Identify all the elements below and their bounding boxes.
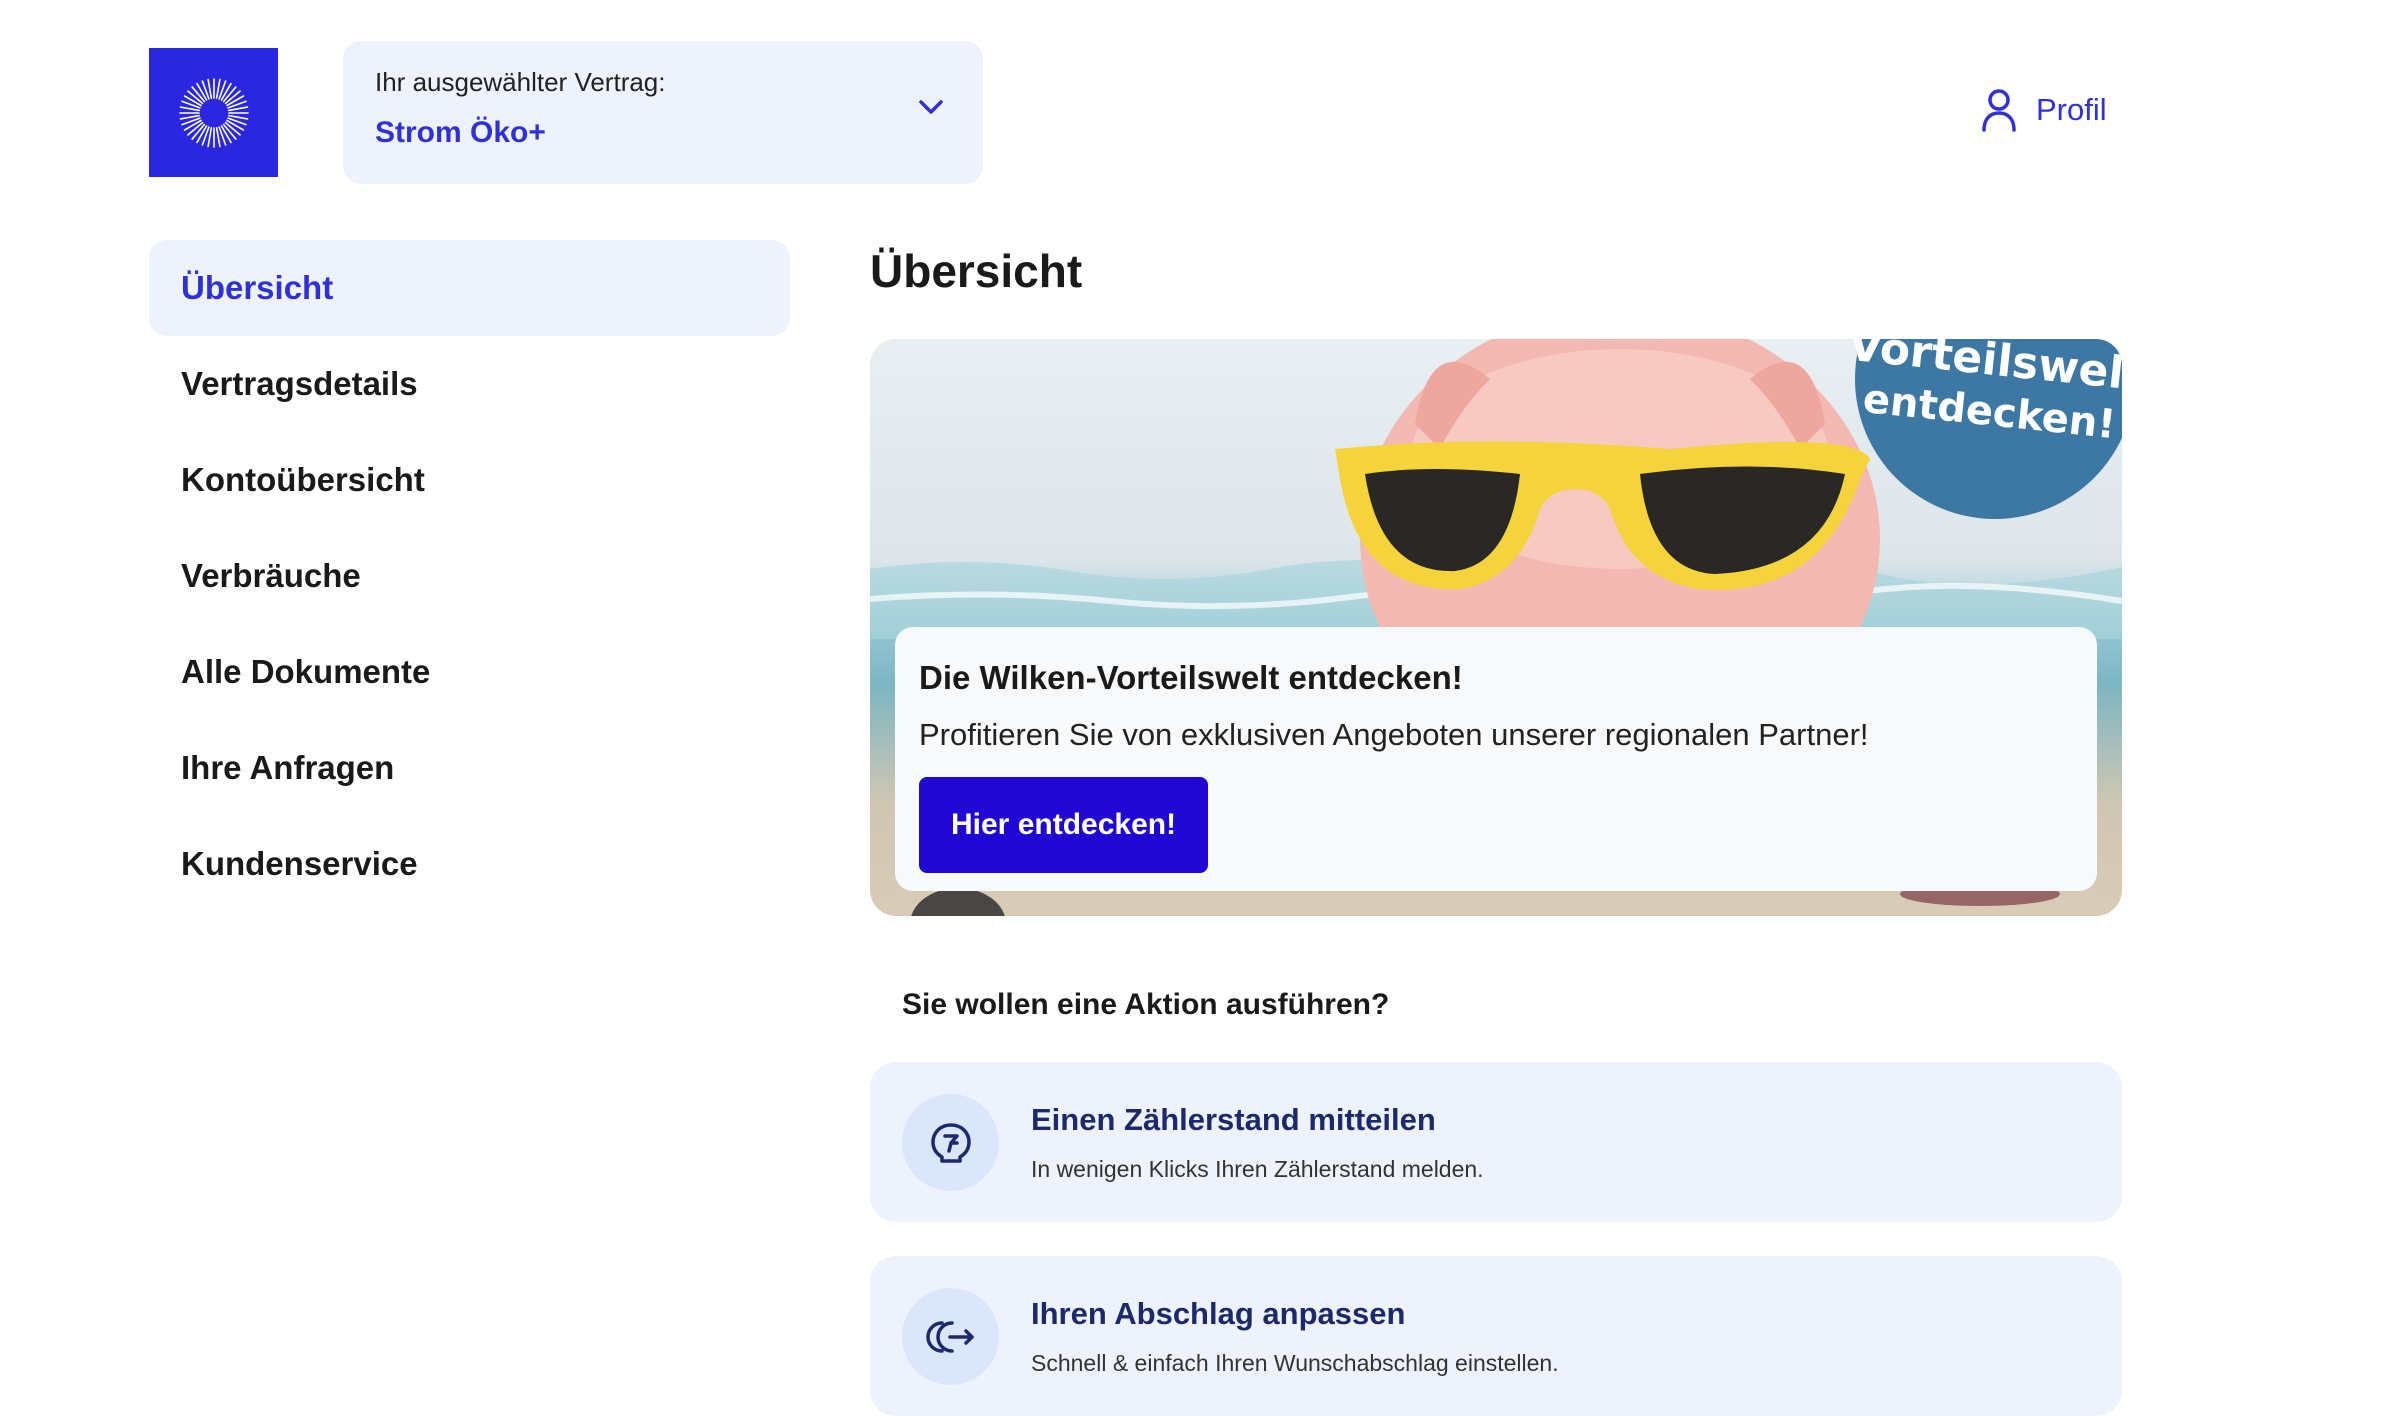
discover-button[interactable]: Hier entdecken! (919, 777, 1209, 873)
user-icon (1982, 89, 2016, 132)
meter-icon (902, 1094, 999, 1191)
sidebar-nav: Übersicht Vertragsdetails Kontoübersicht… (149, 240, 790, 912)
profile-link[interactable]: Profil (1980, 88, 2107, 132)
promo-text: Profitieren Sie von exklusiven Angeboten… (919, 717, 1869, 752)
sunburst-logo-icon (178, 77, 249, 148)
profile-label: Profil (2036, 92, 2107, 127)
chevron-down-icon (919, 100, 943, 114)
main-content: Übersicht Vorteilswelt entdecken! Die Wi… (870, 240, 2122, 1416)
sidebar-item-uebersicht[interactable]: Übersicht (149, 240, 790, 336)
actions-heading: Sie wollen eine Aktion ausführen? (902, 988, 1390, 1021)
page-title: Übersicht (870, 245, 1083, 297)
brand-logo[interactable] (149, 48, 278, 177)
action-adjust-payment[interactable]: Ihren Abschlag anpassen Schnell & einfac… (870, 1256, 2122, 1416)
contract-value: Strom Öko+ (375, 116, 546, 149)
action-subtitle: Schnell & einfach Ihren Wunschabschlag e… (1031, 1350, 1559, 1376)
promo-card: Die Wilken-Vorteilswelt entdecken! Profi… (895, 627, 2097, 891)
action-meter-reading[interactable]: Einen Zählerstand mitteilen In wenigen K… (870, 1062, 2122, 1222)
sidebar-item-ihre-anfragen[interactable]: Ihre Anfragen (149, 720, 790, 816)
action-title: Ihren Abschlag anpassen (1031, 1296, 1406, 1331)
action-subtitle: In wenigen Klicks Ihren Zählerstand meld… (1031, 1156, 1484, 1182)
promo-title: Die Wilken-Vorteilswelt entdecken! (919, 659, 1463, 696)
sidebar-item-verbraeuche[interactable]: Verbräuche (149, 528, 790, 624)
sidebar-item-kontouebersicht[interactable]: Kontoübersicht (149, 432, 790, 528)
contract-selector[interactable]: Ihr ausgewählter Vertrag: Strom Öko+ (343, 41, 983, 184)
promo-banner[interactable]: Vorteilswelt entdecken! Die Wilken-Vorte… (870, 339, 2122, 916)
sidebar-item-alle-dokumente[interactable]: Alle Dokumente (149, 624, 790, 720)
sidebar-item-kundenservice[interactable]: Kundenservice (149, 816, 790, 912)
exchange-icon (902, 1288, 999, 1385)
sidebar-item-vertragsdetails[interactable]: Vertragsdetails (149, 336, 790, 432)
contract-label: Ihr ausgewählter Vertrag: (375, 67, 666, 97)
action-title: Einen Zählerstand mitteilen (1031, 1102, 1436, 1137)
